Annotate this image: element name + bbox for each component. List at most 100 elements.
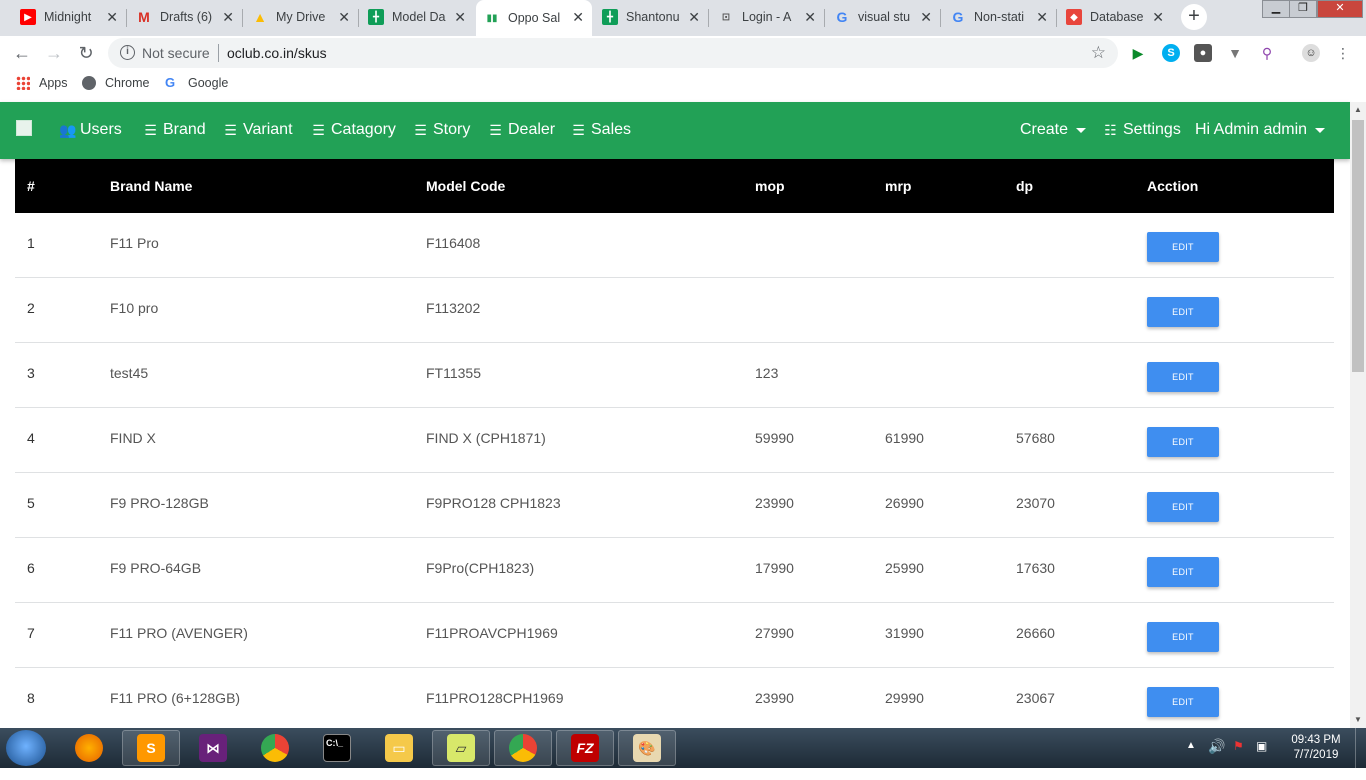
edit-button[interactable]: EDIT [1147,557,1219,587]
vpn-extension-icon[interactable]: ▼ [1226,44,1244,62]
browser-tab-active[interactable]: ▮▮ Oppo Sal ✕ [476,0,592,36]
cell-mop: 27990 [755,625,794,641]
cell-mrp: 29990 [885,690,924,706]
window-close-button[interactable]: ✕ [1317,0,1363,18]
header-index: # [27,178,35,194]
omnibox[interactable]: i Not secure oclub.co.in/skus ☆ [108,38,1118,68]
browser-tab[interactable]: ▲ My Drive ✕ [244,0,358,34]
edit-button[interactable]: EDIT [1147,622,1219,652]
nav-variant[interactable]: ☰ Variant [222,121,293,139]
new-tab-button[interactable]: + [1181,4,1207,30]
bookmark-apps[interactable]: Apps [16,76,68,90]
bookmark-google[interactable]: G Google [165,76,228,91]
browser-tab[interactable]: G visual stu ✕ [826,0,940,34]
nav-label: Catagory [331,121,396,138]
start-button[interactable] [6,730,46,766]
taskbar-clock[interactable]: 09:43 PM 7/7/2019 [1284,733,1348,763]
edit-button[interactable]: EDIT [1147,427,1219,457]
nav-users[interactable]: 👥 Users [59,121,122,139]
search-extension-icon[interactable]: ⚲ [1258,44,1276,62]
vertical-scrollbar[interactable]: ▲ ▼ [1350,102,1366,728]
taskbar-sublime[interactable]: S [122,730,180,766]
taskbar-firefox[interactable] [60,730,118,766]
list-icon: ☰ [572,121,585,138]
close-tab-icon[interactable]: ✕ [222,9,234,26]
tray-expand-icon[interactable]: ▲ [1186,740,1196,780]
nav-story[interactable]: ☰ Story [412,121,470,139]
browser-tab[interactable]: M Drafts (6) ✕ [128,0,242,34]
scroll-down-arrow-icon[interactable]: ▼ [1350,712,1366,728]
scrollbar-thumb[interactable] [1352,120,1364,372]
taskbar-cmd[interactable]: C:\_ [308,730,366,766]
login-icon: ⊡ [721,11,731,23]
bookmark-chrome[interactable]: Chrome [82,76,149,90]
firefox-icon [75,734,103,762]
broken-logo-image[interactable] [16,120,32,136]
back-arrow-icon[interactable]: ← [10,41,34,65]
extension-icon[interactable]: ● [1194,44,1212,62]
taskbar-visual-studio[interactable]: ⋈ [184,730,242,766]
list-icon: ☰ [312,121,325,138]
nav-settings[interactable]: ☷ Settings [1102,121,1181,139]
cell-index: 5 [27,495,35,511]
cell-dp: 23067 [1016,690,1055,706]
reload-icon[interactable]: ↻ [74,41,98,65]
cell-mop: 23990 [755,690,794,706]
edit-button[interactable]: EDIT [1147,687,1219,717]
menu-dots-icon[interactable]: ⋮ [1334,44,1352,62]
browser-tab[interactable]: ╋ Shantonu ✕ [594,0,708,34]
edit-button[interactable]: EDIT [1147,297,1219,327]
edit-button[interactable]: EDIT [1147,362,1219,392]
info-icon[interactable]: i [120,45,135,60]
bookmark-star-icon[interactable]: ☆ [1091,43,1106,63]
scroll-up-arrow-icon[interactable]: ▲ [1350,102,1366,118]
cell-model-code: FT11355 [426,365,481,381]
browser-tab[interactable]: ⊡ Login - A ✕ [710,0,824,34]
taskbar-notes[interactable]: ▱ [432,730,490,766]
nav-dealer[interactable]: ☰ Dealer [487,121,555,139]
edit-button[interactable]: EDIT [1147,492,1219,522]
browser-tab[interactable]: G Non-stati ✕ [942,0,1056,34]
close-tab-icon[interactable]: ✕ [338,9,350,26]
tab-title: visual stu [858,10,911,24]
edit-button[interactable]: EDIT [1147,232,1219,262]
profile-avatar-icon[interactable]: ☺ [1302,44,1320,62]
windows-taskbar: S ⋈ C:\_ ▭ ▱ FZ 🎨 ▲ 🔊 ⚑ ▣ 09:43 PM 7/7/2… [0,728,1366,768]
skype-extension-icon[interactable]: S [1162,44,1180,62]
minimize-button[interactable]: ▁ [1262,0,1290,18]
browser-tab[interactable]: ╋ Model Da ✕ [360,0,474,34]
close-tab-icon[interactable]: ✕ [572,9,584,26]
close-tab-icon[interactable]: ✕ [804,9,816,26]
cell-brand-name: F11 PRO (AVENGER) [110,625,248,641]
cell-dp: 23070 [1016,495,1055,511]
taskbar-filezilla[interactable]: FZ [556,730,614,766]
forward-arrow-icon[interactable]: → [42,41,66,65]
nav-brand[interactable]: ☰ Brand [142,121,205,139]
tab-title: Login - A [742,10,792,24]
nav-label: Variant [243,121,293,138]
url-text[interactable]: oclub.co.in/skus [227,45,327,61]
nav-catagory[interactable]: ☰ Catagory [310,121,396,139]
list-icon: ☰ [489,121,502,138]
maximize-button[interactable]: ❐ [1289,0,1317,18]
user-dropdown[interactable]: Hi Admin admin [1195,121,1326,139]
taskbar-explorer[interactable]: ▭ [370,730,428,766]
nav-sales[interactable]: ☰ Sales [570,121,631,139]
volume-icon[interactable]: 🔊 [1208,738,1225,778]
close-tab-icon[interactable]: ✕ [454,9,466,26]
play-extension-icon[interactable]: ▶ [1129,44,1147,62]
flag-alert-icon[interactable]: ⚑ [1233,739,1244,779]
close-tab-icon[interactable]: ✕ [1152,9,1164,26]
taskbar-paint[interactable]: 🎨 [618,730,676,766]
network-icon[interactable]: ▣ [1256,739,1267,779]
browser-tab[interactable]: ▶ Midnight ✕ [12,0,126,34]
close-tab-icon[interactable]: ✕ [106,9,118,26]
close-tab-icon[interactable]: ✕ [920,9,932,26]
close-tab-icon[interactable]: ✕ [1036,9,1048,26]
show-desktop-button[interactable] [1355,728,1366,768]
browser-tab[interactable]: ◆ Database ✕ [1058,0,1172,34]
taskbar-chrome-active[interactable] [494,730,552,766]
create-dropdown[interactable]: Create [1020,121,1087,139]
taskbar-chrome[interactable] [246,730,304,766]
close-tab-icon[interactable]: ✕ [688,9,700,26]
